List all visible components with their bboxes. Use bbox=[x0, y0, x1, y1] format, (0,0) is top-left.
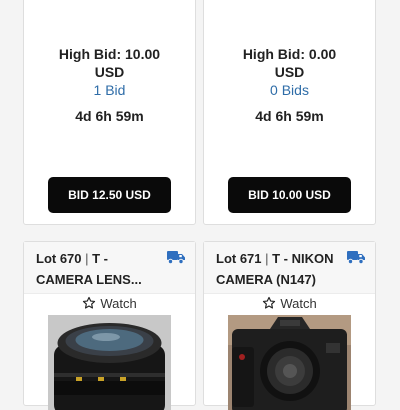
bid-info: High Bid: 0.00 USD 0 Bids 4d 6h 59m bbox=[204, 45, 375, 125]
nikon-camera-photo[interactable] bbox=[228, 315, 351, 410]
star-outline-icon bbox=[263, 296, 276, 309]
lot-number: Lot 670 bbox=[36, 251, 82, 266]
lot-number: Lot 671 bbox=[216, 251, 262, 266]
bid-count-link[interactable]: 0 Bids bbox=[204, 81, 375, 99]
auction-card: High Bid: 10.00 USD 1 Bid 4d 6h 59m BID … bbox=[23, 0, 196, 225]
lot-card: Lot 671 | T - NIKON CAMERA (N147) Watch bbox=[203, 241, 376, 410]
bid-info: High Bid: 10.00 USD 1 Bid 4d 6h 59m bbox=[24, 45, 195, 125]
watch-button[interactable]: Watch bbox=[24, 294, 195, 312]
truck-icon bbox=[167, 251, 185, 264]
auction-card: High Bid: 0.00 USD 0 Bids 4d 6h 59m BID … bbox=[203, 0, 376, 225]
bid-button[interactable]: BID 10.00 USD bbox=[228, 177, 351, 213]
lot-header: Lot 670 | T - CAMERA LENS... bbox=[24, 242, 195, 294]
lot-separator: | bbox=[81, 251, 93, 266]
star-outline-icon bbox=[83, 296, 96, 309]
watch-button[interactable]: Watch bbox=[204, 294, 375, 312]
bid-button[interactable]: BID 12.50 USD bbox=[48, 177, 171, 213]
bid-count-link[interactable]: 1 Bid bbox=[24, 81, 195, 99]
truck-icon bbox=[347, 251, 365, 264]
time-left: 4d 6h 59m bbox=[255, 108, 324, 124]
high-bid-currency: USD bbox=[94, 64, 125, 80]
high-bid-currency: USD bbox=[274, 64, 305, 80]
lot-title-link[interactable]: Lot 670 | T - CAMERA LENS... bbox=[36, 248, 164, 290]
lot-separator: | bbox=[261, 251, 273, 266]
time-left: 4d 6h 59m bbox=[75, 108, 144, 124]
high-bid-amount: High Bid: 0.00 bbox=[242, 46, 337, 62]
lot-card: Lot 670 | T - CAMERA LENS... Watch bbox=[23, 241, 196, 410]
watch-label: Watch bbox=[100, 295, 137, 311]
lot-title-link[interactable]: Lot 671 | T - NIKON CAMERA (N147) bbox=[216, 248, 344, 290]
camera-lens-photo[interactable] bbox=[48, 315, 171, 410]
high-bid-amount: High Bid: 10.00 bbox=[58, 46, 161, 62]
watch-label: Watch bbox=[280, 295, 317, 311]
lot-header: Lot 671 | T - NIKON CAMERA (N147) bbox=[204, 242, 375, 294]
